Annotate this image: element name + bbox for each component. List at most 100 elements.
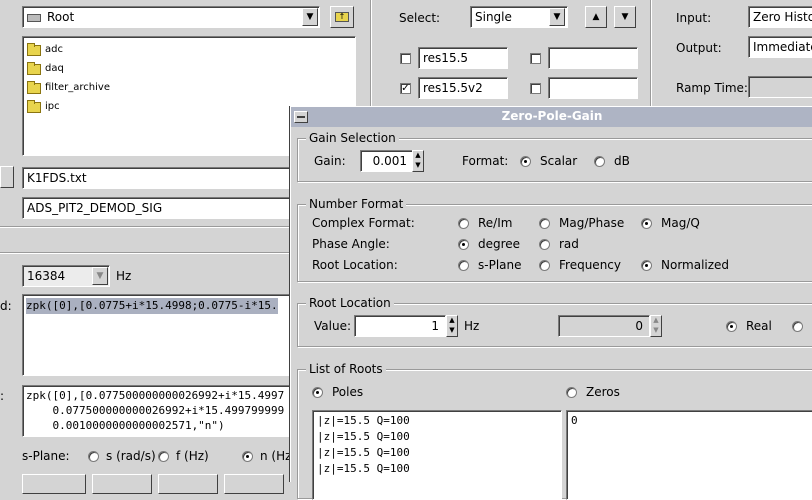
separator: [0, 226, 300, 228]
spin-down-icon[interactable]: ▼: [651, 326, 661, 336]
parent-folder-button[interactable]: ↑: [330, 6, 354, 28]
module-name-field[interactable]: ADS_PIT2_DEMOD_SIG: [22, 197, 320, 219]
splane-s-radio[interactable]: [88, 451, 99, 462]
list-item-label: ipc: [45, 101, 60, 112]
input-panel: Input: Zero Histo Output: Immediatel Ram…: [660, 0, 812, 110]
section-1-checkbox[interactable]: [400, 53, 411, 64]
section-1-name-field[interactable]: res15.5: [418, 47, 508, 69]
ramp-time-field[interactable]: [748, 76, 812, 98]
directory-combo-value: Root: [47, 10, 75, 24]
section-1b-checkbox[interactable]: [530, 53, 541, 64]
zeros-radio[interactable]: [566, 387, 577, 398]
complex-magq-label: Mag/Q: [661, 216, 700, 230]
zeros-label: Zeros: [586, 385, 620, 399]
spin-down-icon[interactable]: ▼: [413, 161, 423, 171]
window-menu-icon: [297, 116, 305, 118]
second-value-input[interactable]: 0: [558, 315, 650, 337]
format-db-radio[interactable]: [594, 156, 605, 167]
spin-up-icon[interactable]: ▲: [447, 316, 457, 326]
gain-label: Gain:: [314, 154, 346, 168]
list-item[interactable]: adc: [27, 42, 227, 58]
edge-button[interactable]: [0, 166, 14, 188]
spin-up-icon[interactable]: ▲: [651, 316, 661, 326]
bottom-button[interactable]: [224, 474, 284, 494]
list-item[interactable]: |z|=15.5 Q=100: [313, 429, 561, 445]
list-item-label: daq: [45, 63, 64, 74]
complex-magphase-radio[interactable]: [539, 218, 550, 229]
rootloc-frequency-label: Frequency: [559, 258, 621, 272]
second-value-spinner[interactable]: ▲ ▼: [650, 315, 662, 337]
list-of-roots-group: List of Roots Poles Zeros |z|=15.5 Q=100…: [297, 362, 812, 500]
phase-angle-label: Phase Angle:: [312, 237, 390, 251]
format-db-label: dB: [614, 154, 630, 168]
complex-format-label: Complex Format:: [312, 216, 415, 230]
complex-magq-radio[interactable]: [641, 218, 652, 229]
folder-icon: [27, 81, 41, 94]
gain-selection-group: Gain Selection Gain: 0.001 ▲ ▼ Format: Sc…: [297, 131, 812, 182]
root-location-label: Root Location:: [312, 258, 398, 272]
window-menu-button[interactable]: [294, 111, 308, 123]
rootloc-splane-radio[interactable]: [458, 260, 469, 271]
bottom-button[interactable]: [92, 474, 152, 494]
real-radio[interactable]: [726, 321, 737, 332]
poles-radio[interactable]: [312, 387, 323, 398]
section-2b-name-field[interactable]: [548, 77, 638, 99]
gain-spinner[interactable]: ▲ ▼: [412, 150, 424, 172]
root-location-group: Root Location Value: 1 ▲ ▼ Hz 0 ▲ ▼ Real: [297, 296, 812, 347]
poles-label: Poles: [332, 385, 364, 399]
list-item[interactable]: 0: [567, 413, 812, 429]
sample-rate-value: 16384: [27, 269, 66, 283]
rootloc-normalized-label: Normalized: [661, 258, 730, 272]
splane-s-label: s (rad/s): [106, 449, 156, 463]
command-field[interactable]: zpk([0],[0.0775+i*15.4998;0.0775-i*15.: [22, 294, 320, 376]
list-item[interactable]: |z|=15.5 Q=100: [313, 461, 561, 477]
dialog-titlebar[interactable]: Zero-Pole-Gain: [291, 107, 812, 127]
list-item[interactable]: daq: [27, 61, 227, 77]
bottom-button[interactable]: [22, 474, 86, 494]
move-down-button[interactable]: ▼: [614, 6, 636, 28]
zeros-list[interactable]: 0: [566, 410, 812, 500]
splane-label: s-Plane:: [22, 449, 70, 463]
complex-reim-radio[interactable]: [458, 218, 469, 229]
spin-up-icon[interactable]: ▲: [413, 151, 423, 161]
splane-n-radio[interactable]: [242, 451, 253, 462]
section-2b-checkbox[interactable]: [530, 83, 541, 94]
directory-dropdown-button[interactable]: ▼: [302, 8, 318, 26]
output-combo[interactable]: Immediatel: [748, 36, 812, 58]
move-up-button[interactable]: ▲: [585, 6, 607, 28]
complex-reim-label: Re/Im: [478, 216, 513, 230]
list-item[interactable]: filter_archive: [27, 80, 227, 96]
section-2-checkbox[interactable]: ✓: [400, 83, 411, 94]
ramp-time-label: Ramp Time:: [676, 81, 748, 95]
section-2-name-field[interactable]: res15.5v2: [418, 77, 508, 99]
directory-combo[interactable]: Root: [22, 6, 320, 28]
alt-line: zpk([0],[0.077500000000026992+i*15.4997: [26, 389, 285, 402]
list-item-label: adc: [45, 44, 63, 55]
list-item-label: filter_archive: [45, 82, 110, 93]
spin-down-icon[interactable]: ▼: [447, 326, 457, 336]
phase-degree-radio[interactable]: [458, 239, 469, 250]
list-item[interactable]: |z|=15.5 Q=100: [313, 445, 561, 461]
input-combo[interactable]: Zero Histo: [748, 6, 812, 28]
drive-icon: [27, 13, 41, 22]
select-dropdown-button[interactable]: ▼: [549, 8, 565, 26]
rootloc-frequency-radio[interactable]: [539, 260, 550, 271]
poles-list[interactable]: |z|=15.5 Q=100 |z|=15.5 Q=100 |z|=15.5 Q…: [312, 410, 562, 500]
splane-f-radio[interactable]: [158, 451, 169, 462]
section-1b-name-field[interactable]: [548, 47, 638, 69]
value-spinner[interactable]: ▲ ▼: [446, 315, 458, 337]
bottom-button[interactable]: [158, 474, 218, 494]
rootloc-normalized-radio[interactable]: [641, 260, 652, 271]
file-name-field[interactable]: K1FDS.txt: [22, 167, 320, 189]
list-of-roots-title: List of Roots: [306, 362, 386, 376]
list-item[interactable]: ipc: [27, 99, 227, 115]
alternate-command-field[interactable]: zpk([0],[0.077500000000026992+i*15.4997 …: [22, 385, 320, 437]
complex-radio[interactable]: [792, 321, 803, 332]
complex-magphase-label: Mag/Phase: [559, 216, 625, 230]
value-input[interactable]: 1: [354, 315, 446, 337]
sample-rate-dropdown-button[interactable]: ▼: [92, 267, 108, 285]
list-item[interactable]: |z|=15.5 Q=100: [313, 413, 561, 429]
gain-input[interactable]: 0.001: [360, 150, 414, 172]
format-scalar-radio[interactable]: [520, 156, 531, 167]
phase-rad-radio[interactable]: [539, 239, 550, 250]
